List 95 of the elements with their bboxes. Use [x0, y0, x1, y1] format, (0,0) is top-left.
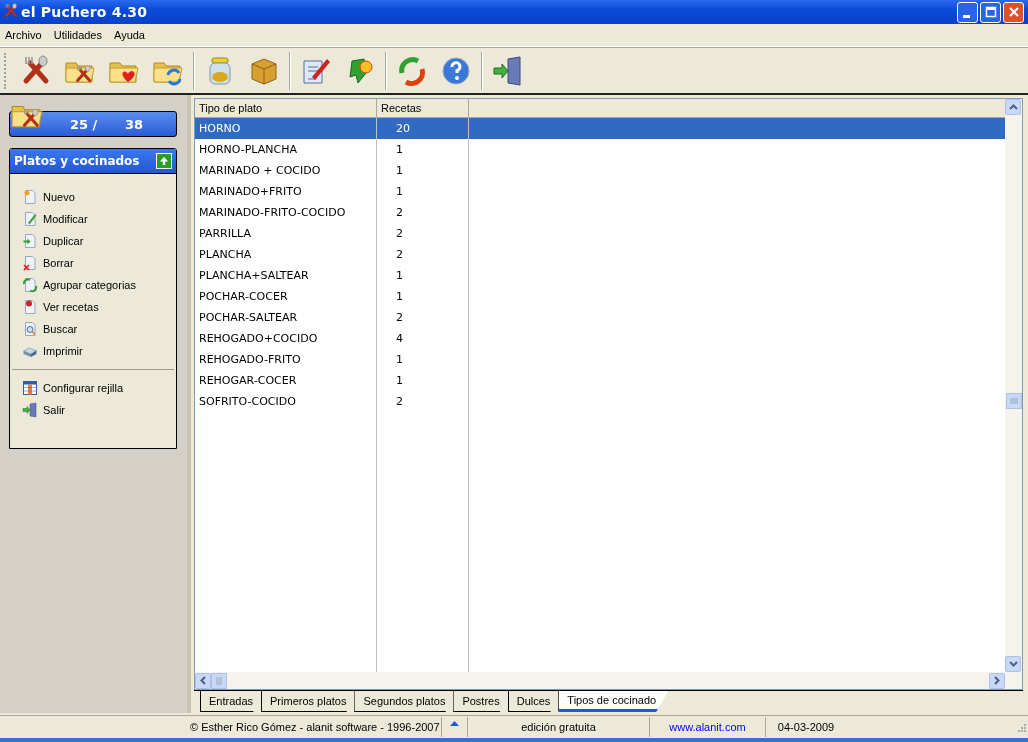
table-cell: POCHAR-SALTEAR — [195, 307, 377, 328]
action-link[interactable]: Salir — [43, 404, 65, 416]
page-arrow-icon[interactable] — [22, 233, 38, 249]
grid-settings-icon[interactable] — [22, 380, 38, 396]
table-row[interactable]: HORNO 20 — [195, 118, 1005, 139]
table-cell: HORNO-PLANCHA — [195, 139, 377, 160]
action-link[interactable]: Borrar — [43, 257, 74, 269]
table-cell: REHOGADO-FRITO — [195, 349, 377, 370]
scroll-right-icon[interactable] — [994, 676, 1000, 686]
help-icon[interactable] — [440, 55, 472, 87]
table-row[interactable]: SOFRITO-COCIDO 2 — [195, 391, 1005, 412]
action-link[interactable]: Duplicar — [43, 235, 84, 247]
action-link[interactable]: Nuevo — [43, 191, 75, 203]
menu-item[interactable]: Archivo — [5, 29, 42, 41]
table-cell: 4 — [377, 328, 469, 349]
up-arrow-icon — [158, 155, 170, 167]
table-row[interactable]: REHOGADO+COCIDO 4 — [195, 328, 1005, 349]
action-link[interactable]: Agrupar categorias — [43, 279, 136, 291]
table-row[interactable]: PLANCHA 2 — [195, 244, 1005, 265]
table-row[interactable]: MARINADO+FRITO 1 — [195, 181, 1005, 202]
close-button[interactable] — [1003, 1, 1024, 23]
table-cell: 2 — [377, 202, 469, 223]
scroll-down-icon[interactable] — [1008, 661, 1018, 668]
action-link[interactable]: Buscar — [43, 323, 78, 335]
exit-door-icon[interactable] — [492, 55, 524, 87]
table-cell: 1 — [377, 349, 469, 370]
table-cell: PARRILLA — [195, 223, 377, 244]
page-pencil-icon[interactable] — [22, 211, 38, 227]
table-cell: 1 — [377, 286, 469, 307]
scroll-up-icon[interactable] — [1008, 104, 1018, 110]
table-cell: PLANCHA+SALTEAR — [195, 265, 377, 286]
table-cell: 2 — [377, 223, 469, 244]
resize-grip-icon — [1016, 722, 1026, 732]
table-cell: HORNO — [195, 118, 377, 139]
current-count: 25 / — [70, 116, 99, 132]
exit-door-icon[interactable] — [22, 402, 38, 418]
table-cell: REHOGADO+COCIDO — [195, 328, 377, 349]
table-cell: MARINADO + COCIDO — [195, 160, 377, 181]
table-row[interactable]: PLANCHA+SALTEAR 1 — [195, 265, 1005, 286]
page-pin-icon[interactable] — [22, 299, 38, 315]
table-cell: REHOGAR-COCER — [195, 370, 377, 391]
up-arrow-icon — [450, 721, 459, 726]
total-count: 38 — [125, 116, 144, 132]
menu-item[interactable]: Utilidades — [53, 29, 102, 41]
collapse-button[interactable] — [156, 153, 172, 169]
scroll-left-icon[interactable] — [200, 676, 206, 686]
close-icon — [1007, 6, 1020, 18]
table-cell: 2 — [377, 391, 469, 412]
table-cell: 1 — [377, 265, 469, 286]
action-link[interactable]: Ver recetas — [43, 301, 99, 313]
table-cell: 2 — [377, 244, 469, 265]
action-link[interactable]: Imprimir — [43, 345, 83, 357]
action-link[interactable]: Configurar rejilla — [43, 382, 124, 394]
table-cell: PLANCHA — [195, 244, 377, 265]
edition-text: edición gratuita — [468, 717, 650, 737]
refresh-arrows-icon[interactable] — [396, 55, 428, 87]
table-row[interactable]: POCHAR-SALTEAR 2 — [195, 307, 1005, 328]
action-link[interactable]: Modificar — [43, 213, 88, 225]
table-cell: 20 — [377, 118, 469, 139]
scroll-thumb-grip-icon[interactable] — [216, 676, 222, 685]
minimize-icon — [963, 14, 970, 18]
horizontal-scrollbar[interactable] — [195, 672, 1022, 690]
table-row[interactable]: REHOGADO-FRITO 1 — [195, 349, 1005, 370]
maximize-icon — [984, 6, 997, 18]
app-utensils-icon — [3, 3, 19, 19]
table-cell: 1 — [377, 370, 469, 391]
table-cell: MARINADO-FRITO-COCIDO — [195, 202, 377, 223]
table-cell: 1 — [377, 181, 469, 202]
menu-item[interactable]: Ayuda — [114, 29, 145, 41]
page-arrows-icon[interactable] — [22, 277, 38, 293]
maximize-button[interactable] — [980, 1, 1001, 23]
table-cell: 1 — [377, 160, 469, 181]
table-row[interactable]: POCHAR-COCER 1 — [195, 286, 1005, 307]
table-row[interactable]: HORNO-PLANCHA 1 — [195, 139, 1005, 160]
table-cell: MARINADO+FRITO — [195, 181, 377, 202]
page-magnifier-icon[interactable] — [22, 321, 38, 337]
table-row[interactable]: PARRILLA 2 — [195, 223, 1005, 244]
copyright-text: © Esther Rico Gómez - alanit software - 1996-2007 — [10, 717, 442, 737]
table-cell: POCHAR-COCER — [195, 286, 377, 307]
page-cross-icon[interactable] — [22, 255, 38, 271]
table-cell: 1 — [377, 139, 469, 160]
table-cell: SOFRITO-COCIDO — [195, 391, 377, 412]
date-text: 04-03-2009 — [776, 720, 836, 735]
table-row[interactable]: REHOGAR-COCER 1 — [195, 370, 1005, 391]
scroll-thumb-grip-icon[interactable] — [1009, 397, 1018, 404]
minimize-button[interactable] — [957, 1, 978, 23]
window-title: el Puchero 4.30 — [21, 4, 149, 20]
box-icon[interactable] — [248, 55, 280, 87]
website-link[interactable]: www.alanit.com — [650, 717, 766, 737]
panel-title: Platos y cocinados — [14, 154, 140, 168]
table-cell: 2 — [377, 307, 469, 328]
vertical-scrollbar[interactable] — [1005, 99, 1022, 673]
table-row[interactable]: MARINADO + COCIDO 1 — [195, 160, 1005, 181]
table-row[interactable]: MARINADO-FRITO-COCIDO 2 — [195, 202, 1005, 223]
sheet-tab[interactable]: Tipos de cocinado — [558, 691, 669, 713]
